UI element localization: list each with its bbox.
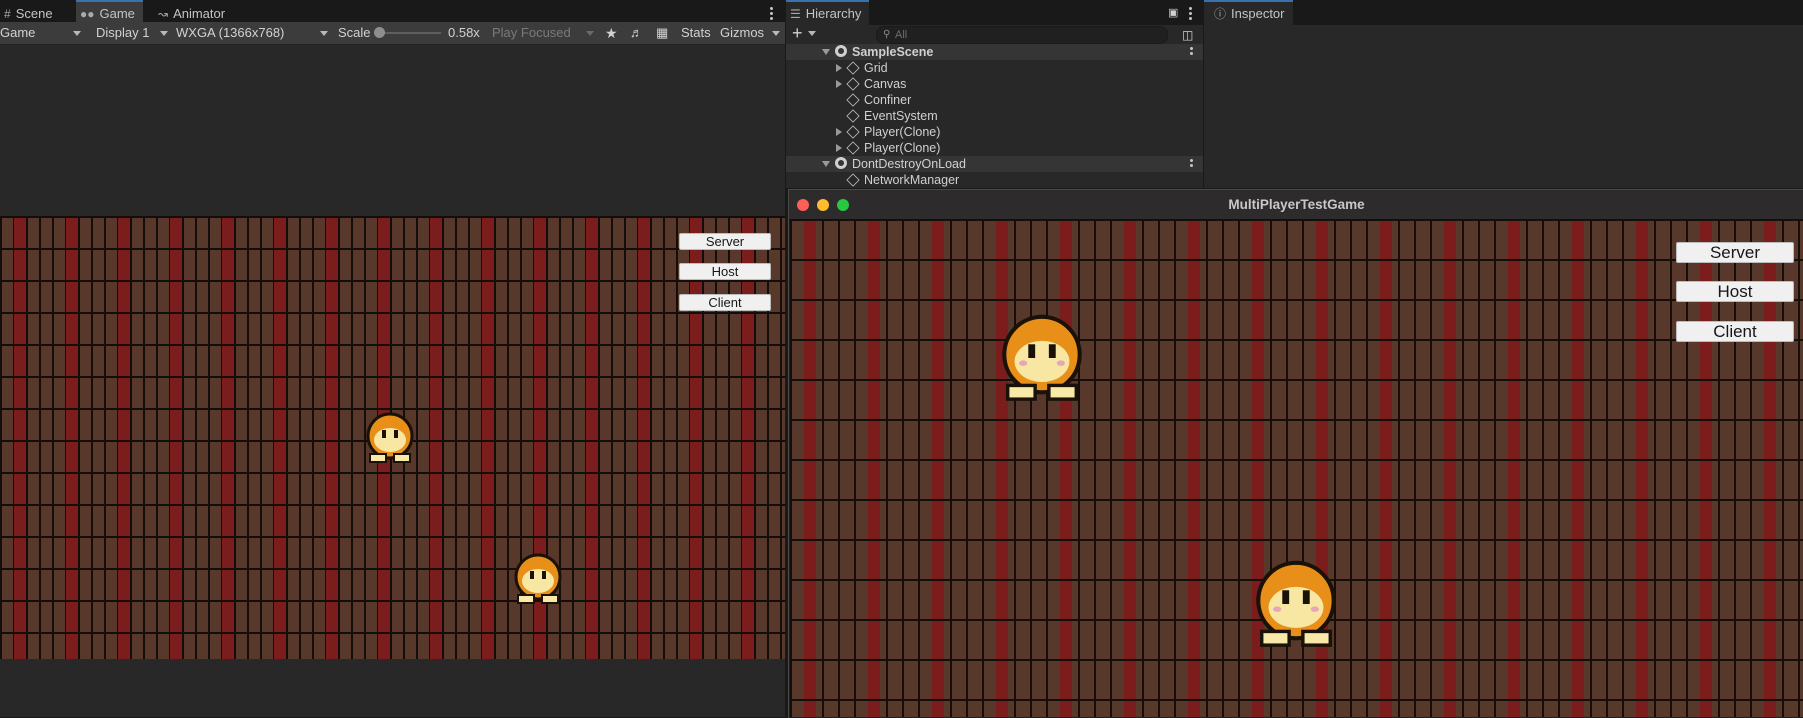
player-character xyxy=(1256,560,1336,647)
game-mode-dropdown[interactable]: Game xyxy=(0,22,35,44)
search-placeholder: All xyxy=(895,29,908,41)
hierarchy-menu-icon[interactable] xyxy=(1189,7,1192,22)
display-dropdown[interactable]: Display 1 xyxy=(96,22,149,44)
host-button[interactable]: Host xyxy=(1676,281,1794,302)
search-options-icon[interactable]: ◫ xyxy=(1182,24,1193,46)
chevron-down-icon xyxy=(160,31,168,36)
hierarchy-panel: ☰ Hierarchy ▣ + ⚲ All ◫ SampleScene Grid … xyxy=(786,0,1203,188)
expand-icon[interactable] xyxy=(822,49,830,55)
hierarchy-search-input[interactable]: ⚲ All xyxy=(876,26,1168,44)
client-button[interactable]: Client xyxy=(1676,321,1794,342)
keyboard-icon[interactable]: ▦ xyxy=(656,22,668,44)
resolution-dropdown[interactable]: WXGA (1366x768) xyxy=(176,22,284,44)
gameobject-icon xyxy=(846,93,860,107)
player-character xyxy=(366,412,414,463)
unity-scene-icon xyxy=(835,157,847,169)
chevron-down-icon xyxy=(772,31,780,36)
player-character xyxy=(1002,314,1082,401)
gameobject-icon xyxy=(846,77,860,91)
chevron-down-icon xyxy=(808,31,816,36)
gameobject-icon xyxy=(846,61,860,75)
hierarchy-item[interactable]: Grid xyxy=(786,60,1203,76)
window-title: MultiPlayerTestGame xyxy=(1228,197,1365,212)
search-icon: ⚲ xyxy=(883,29,891,40)
expand-icon[interactable] xyxy=(836,128,842,136)
play-mode-dropdown[interactable]: Play Focused xyxy=(492,22,571,44)
expand-icon[interactable] xyxy=(836,64,842,72)
chevron-down-icon xyxy=(73,31,81,36)
hierarchy-scene-row[interactable]: SampleScene xyxy=(786,44,1203,60)
hierarchy-scene-row[interactable]: DontDestroyOnLoad xyxy=(786,156,1203,172)
hierarchy-item[interactable]: Player(Clone) xyxy=(786,124,1203,140)
hierarchy-item[interactable]: Confiner xyxy=(786,92,1203,108)
gameobject-icon xyxy=(846,109,860,123)
hierarchy-tab-bar: ☰ Hierarchy ▣ xyxy=(786,0,1203,25)
server-button[interactable]: Server xyxy=(679,233,771,250)
lock-icon[interactable]: ▣ xyxy=(1168,2,1178,24)
scale-slider-handle[interactable] xyxy=(374,27,385,38)
expand-icon[interactable] xyxy=(822,161,830,167)
scene-menu-icon[interactable] xyxy=(1190,159,1193,169)
chevron-down-icon xyxy=(586,31,594,36)
window-titlebar[interactable]: MultiPlayerTestGame xyxy=(789,190,1803,220)
window-game-view[interactable]: Server Host Client xyxy=(790,219,1803,717)
server-button[interactable]: Server xyxy=(1676,242,1794,263)
scale-value: 0.58x xyxy=(448,25,480,40)
scale-label: Scale xyxy=(338,25,371,40)
gameobject-icon xyxy=(846,141,860,155)
unity-scene-icon xyxy=(835,45,847,57)
expand-icon[interactable] xyxy=(836,80,842,88)
gizmos-dropdown[interactable]: Gizmos xyxy=(720,22,764,44)
add-icon[interactable]: + xyxy=(792,22,803,44)
hierarchy-item[interactable]: Player(Clone) xyxy=(786,140,1203,156)
scale-slider[interactable] xyxy=(381,32,441,34)
gameobject-icon xyxy=(846,173,860,187)
expand-icon[interactable] xyxy=(836,144,842,152)
scene-menu-icon[interactable] xyxy=(1190,47,1193,57)
gameobject-icon xyxy=(846,125,860,139)
game-panel-menu-icon[interactable] xyxy=(770,7,773,22)
tab-inspector[interactable]: ⓘ Inspector xyxy=(1204,0,1293,25)
host-button[interactable]: Host xyxy=(679,263,771,280)
stats-button[interactable]: Stats xyxy=(681,22,711,44)
game-view[interactable]: Server Host Client xyxy=(0,216,785,659)
hierarchy-item[interactable]: EventSystem xyxy=(786,108,1203,124)
bug-icon[interactable]: ★ xyxy=(605,22,618,44)
client-button[interactable]: Client xyxy=(679,294,771,311)
hierarchy-item[interactable]: NetworkManager xyxy=(786,172,1203,188)
hierarchy-item[interactable]: Canvas xyxy=(786,76,1203,92)
player-character xyxy=(514,553,562,604)
inspector-tab-bar: ⓘ Inspector xyxy=(1204,0,1803,25)
game-toolbar: Game Display 1 WXGA (1366x768) Scale 0.5… xyxy=(0,22,785,45)
speaker-icon[interactable]: ♬ xyxy=(630,22,643,44)
info-icon: ⓘ xyxy=(1214,7,1227,21)
inspector-panel: ⓘ Inspector xyxy=(1204,0,1803,188)
chevron-down-icon xyxy=(320,31,328,36)
